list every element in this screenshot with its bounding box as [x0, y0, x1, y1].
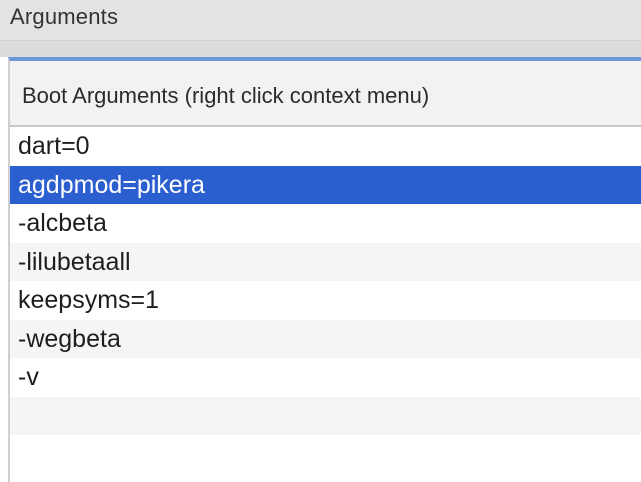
table-row[interactable]: keepsyms=1 — [10, 281, 641, 320]
section-header: Arguments — [0, 0, 641, 41]
table-row[interactable]: -lilubetaall — [10, 242, 641, 281]
table-row[interactable]: -v — [10, 358, 641, 397]
table-row[interactable]: -alcbeta — [10, 204, 641, 243]
column-header-label: Boot Arguments (right click context menu… — [22, 83, 430, 108]
table-row-selected[interactable]: agdpmod=pikera — [10, 165, 641, 204]
row-value: -alcbeta — [18, 209, 107, 237]
row-value: dart=0 — [18, 132, 90, 160]
table-row[interactable]: dart=0 — [10, 127, 641, 166]
row-value: -lilubetaall — [18, 247, 131, 276]
table-row-empty[interactable] — [10, 396, 641, 435]
row-value: -v — [18, 363, 39, 391]
row-value: agdpmod=pikera — [18, 170, 205, 199]
section-title: Arguments — [10, 4, 119, 29]
section-divider — [0, 41, 641, 57]
table-row[interactable]: -wegbeta — [10, 319, 641, 358]
row-value: -wegbeta — [18, 324, 121, 353]
row-value: keepsyms=1 — [18, 286, 160, 314]
boot-arguments-table[interactable]: Boot Arguments (right click context menu… — [8, 57, 641, 482]
table-column-header[interactable]: Boot Arguments (right click context menu… — [10, 61, 641, 127]
